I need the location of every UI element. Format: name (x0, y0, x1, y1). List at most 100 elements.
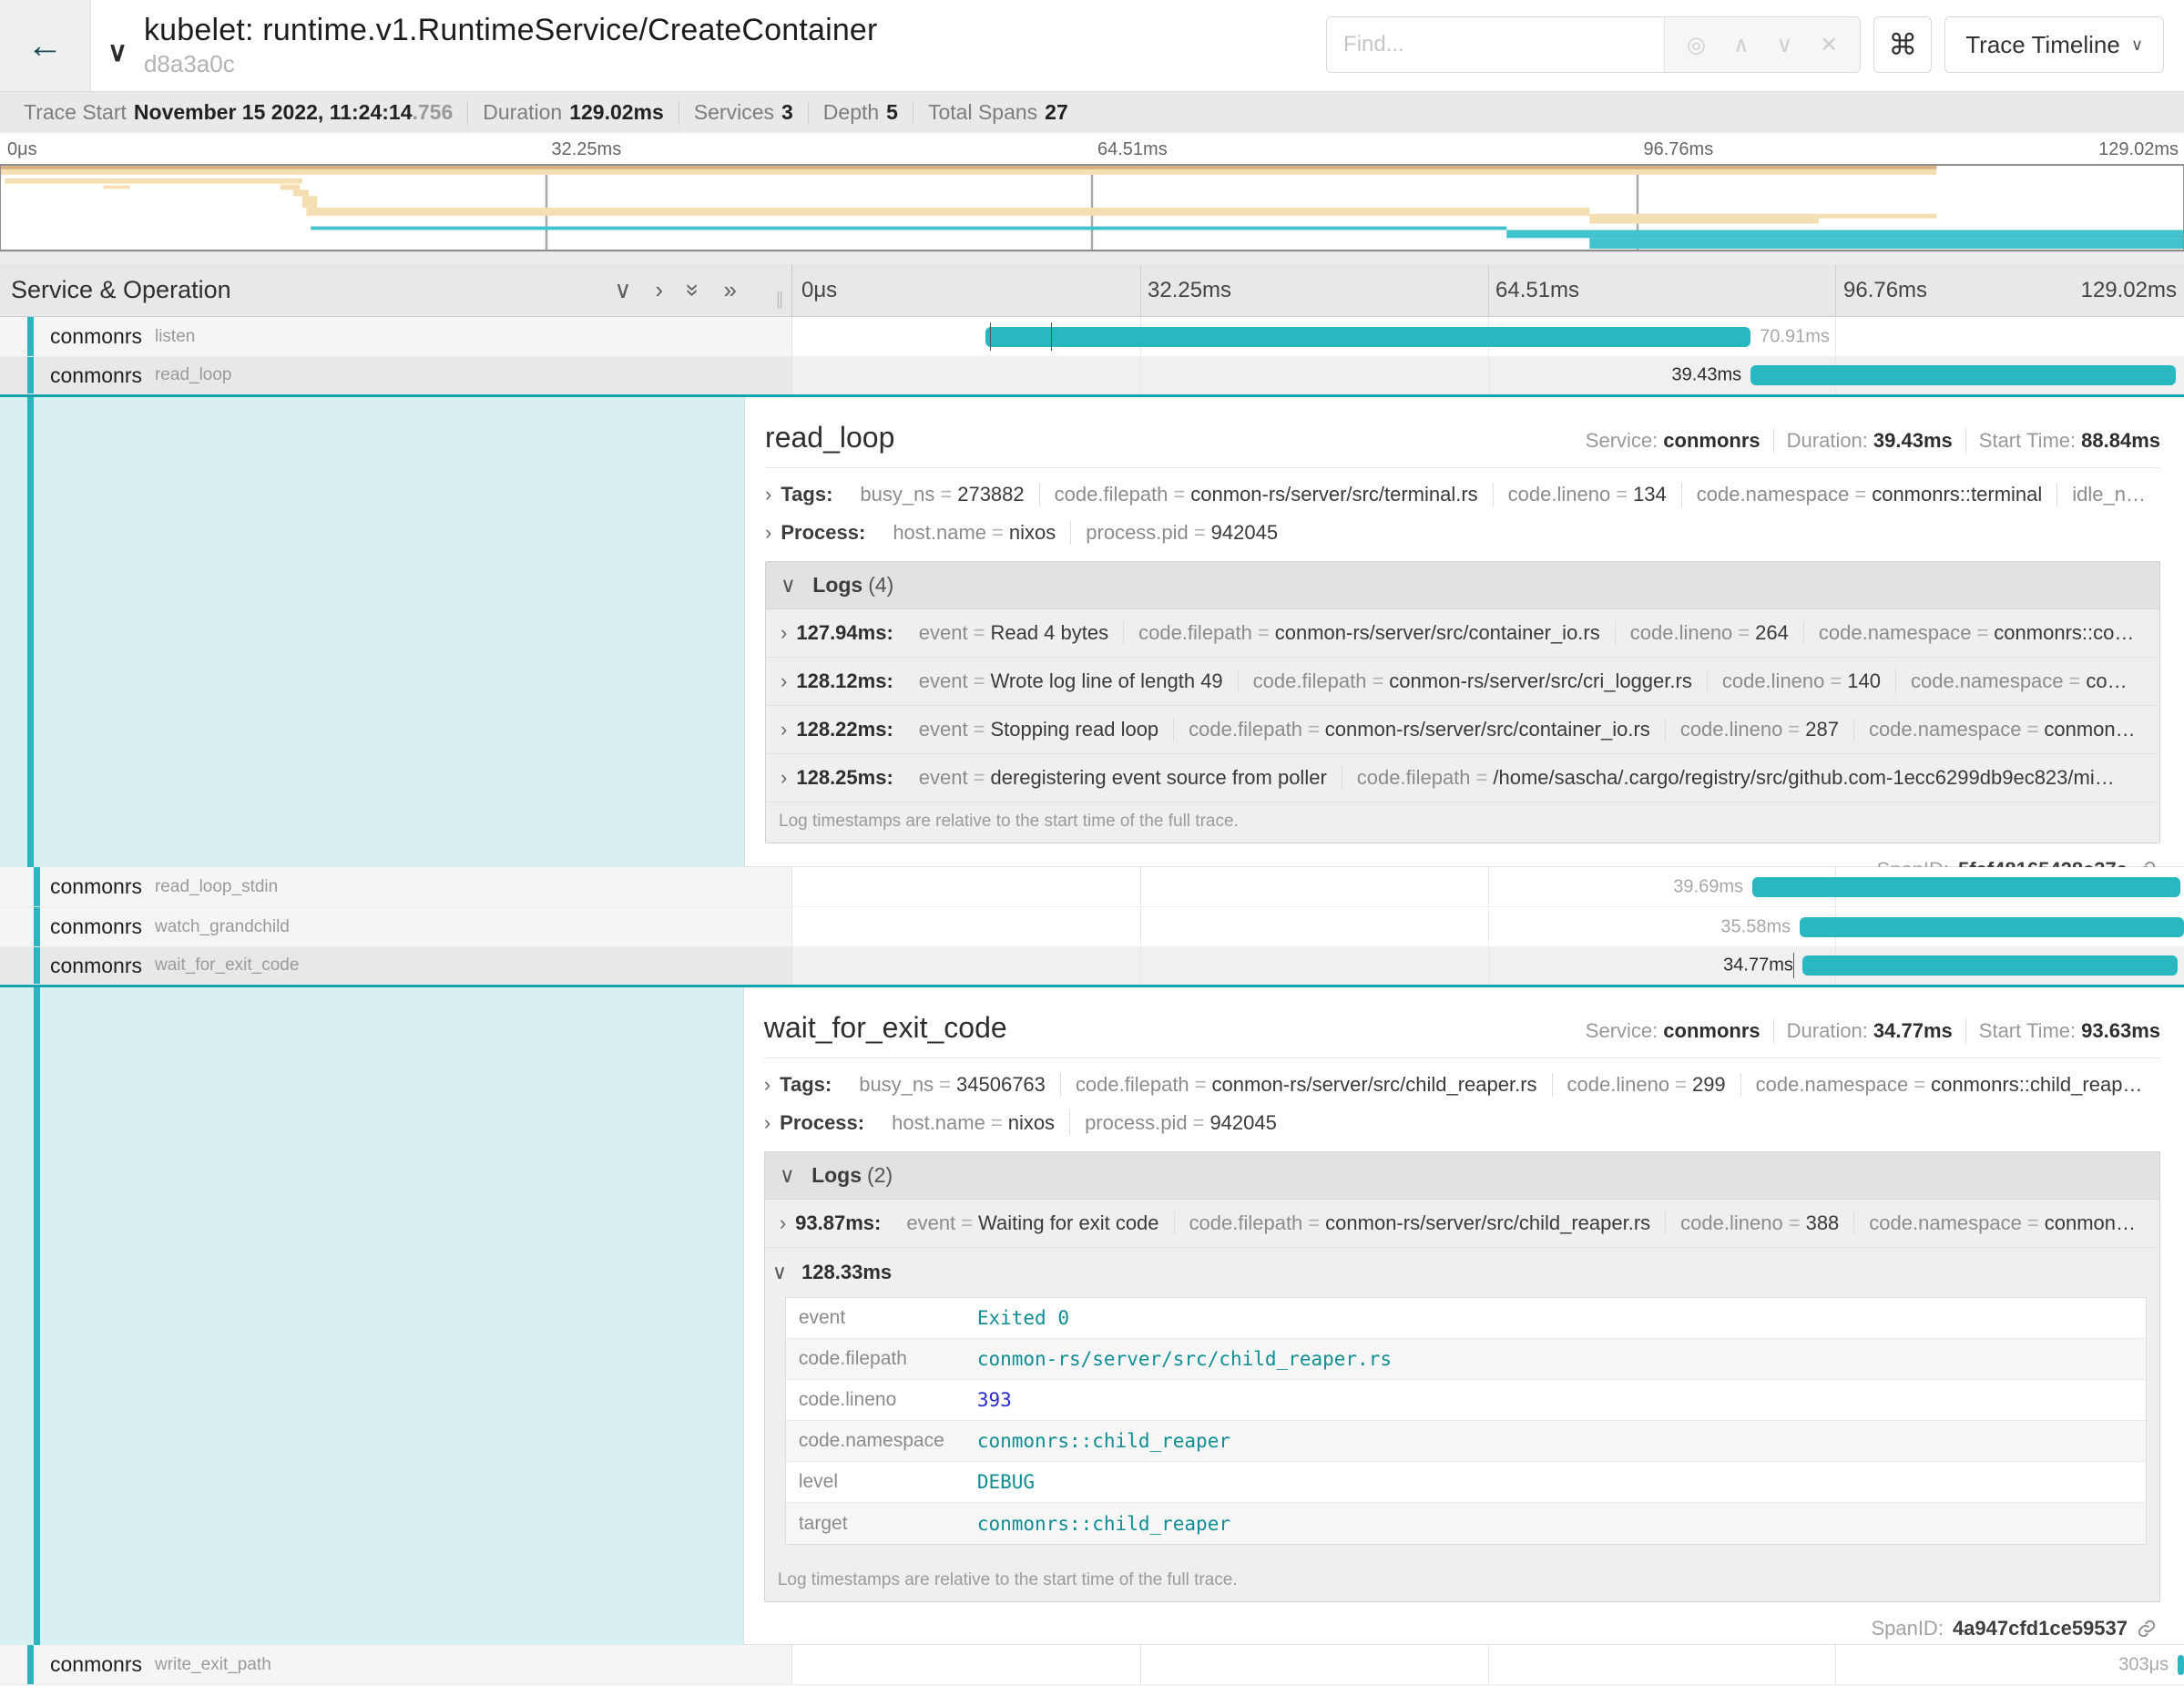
top-bar-actions: ◎ ∧ ∨ ✕ ⌘ Trace Timeline ∨ (1326, 16, 2164, 73)
find-input[interactable] (1327, 17, 1664, 72)
log-entry[interactable]: › 127.94ms: event=Read 4 bytes code.file… (766, 609, 2159, 658)
stat-duration: Duration 129.02ms (468, 101, 679, 125)
span-duration-bar[interactable] (1752, 877, 2180, 897)
service-operation-title: Service & Operation (11, 276, 231, 304)
span-name-cell[interactable]: conmonrs listen (0, 317, 792, 357)
view-selector-label: Trace Timeline (1965, 31, 2120, 59)
chevron-down-icon: ∨ (2131, 36, 2143, 55)
span-id-value: 4a947cfd1ce59537 (1953, 1617, 2128, 1640)
logs-header[interactable]: ∨ Logs(4) (766, 562, 2159, 609)
table-row: event Exited 0 (786, 1298, 2146, 1339)
span-duration-bar[interactable] (1750, 365, 2176, 385)
clear-find-icon[interactable]: ✕ (1820, 32, 1838, 58)
service-name: conmonrs (50, 954, 142, 978)
stat-services: Services 3 (679, 101, 809, 125)
span-duration-bar[interactable] (2178, 1655, 2184, 1675)
find-controls: ◎ ∧ ∨ ✕ (1664, 17, 1860, 72)
span-duration-bar[interactable] (1802, 955, 2178, 976)
tick-label: 96.76ms (1644, 139, 1714, 160)
process-row[interactable]: › Process: host.name=nixos process.pid=9… (765, 521, 2160, 545)
log-entry[interactable]: › 128.25ms: event=deregistering event so… (766, 754, 2159, 802)
minimap-canvas[interactable] (0, 164, 2184, 251)
span-duration-bar[interactable] (985, 327, 1750, 347)
process-row[interactable]: › Process: host.name=nixos process.pid=9… (764, 1111, 2160, 1135)
span-duration-label: 39.69ms (1673, 876, 1743, 897)
tag-item: code.filepath=conmon-rs/server/src/termi… (1040, 483, 1494, 506)
span-name-cell[interactable]: conmonrs watch_grandchild (0, 907, 792, 947)
expand-one-icon[interactable]: › (655, 276, 663, 304)
span-name-cell[interactable]: conmonrs read_loop (0, 357, 792, 394)
tags-row[interactable]: › Tags: busy_ns=273882 code.filepath=con… (765, 483, 2160, 506)
trace-title-block: kubelet: runtime.v1.RuntimeService/Creat… (144, 13, 878, 78)
column-resizer-grip[interactable]: ∥ (775, 288, 784, 311)
chevron-right-icon: › (764, 1073, 771, 1097)
span-name-cell[interactable]: conmonrs write_exit_path (0, 1645, 792, 1685)
span-color-bar (27, 357, 34, 393)
logs-header[interactable]: ∨ Logs(2) (765, 1152, 2159, 1200)
timeline-header-row: Service & Operation ∨ › » » ∥ 0μs 32.25m… (0, 264, 2184, 317)
stat-trace-start: Trace Start November 15 2022, 11:24:14.7… (9, 101, 468, 125)
link-icon[interactable] (2137, 1619, 2157, 1639)
tick-label: 96.76ms (1843, 278, 1927, 303)
span-duration-label: 34.77ms (1723, 955, 1793, 976)
tag-item: code.namespace=conmonrs::child_reap… (1741, 1073, 2158, 1097)
detail-indent-column (0, 397, 745, 867)
span-bar-cell[interactable]: 39.69ms (792, 867, 2184, 907)
logs-section: ∨ Logs(2) › 93.87ms: event=Waiting for e… (764, 1151, 2160, 1602)
child-span-tick (1051, 322, 1052, 351)
collapse-all-icon[interactable]: » (679, 283, 708, 296)
span-bar-cell[interactable]: 70.91ms (792, 317, 2184, 357)
span-color-bar (34, 987, 40, 1645)
minimap-spacer (0, 251, 2184, 264)
span-id-row: SpanID: 4a947cfd1ce59537 (764, 1602, 2160, 1651)
span-bar-cell[interactable]: 34.77ms (792, 947, 2184, 985)
page-title: kubelet: runtime.v1.RuntimeService/Creat… (144, 13, 878, 48)
expanded-log-header[interactable]: ∨ 128.33ms (765, 1248, 2159, 1293)
span-color-bar (27, 397, 34, 867)
span-bar-cell[interactable]: 35.58ms (792, 907, 2184, 947)
back-button[interactable]: ← (0, 0, 91, 91)
span-name-cell[interactable]: conmonrs wait_for_exit_code (0, 947, 792, 985)
span-color-bar (27, 1645, 34, 1684)
tag-item: idle_n… (2057, 483, 2160, 506)
table-row: target conmonrs::child_reaper (786, 1503, 2146, 1544)
span-duration-label: 303μs (2118, 1654, 2169, 1675)
tick-label: 129.02ms (2081, 278, 2177, 303)
span-duration-bar[interactable] (1800, 917, 2183, 937)
trace-minimap: 0μs 32.25ms 64.51ms 96.76ms 129.02ms (0, 133, 2184, 264)
back-arrow-icon: ← (27, 27, 64, 64)
tick-label: 129.02ms (2098, 139, 2179, 160)
view-selector-button[interactable]: Trace Timeline ∨ (1944, 16, 2164, 73)
tag-item: code.namespace=conmonrs::terminal (1682, 483, 2058, 506)
chevron-right-icon: › (781, 621, 787, 645)
find-group: ◎ ∧ ∨ ✕ (1326, 16, 1861, 73)
tick-label: 0μs (7, 139, 37, 160)
meta-start-time: Start Time:93.63ms (1966, 1019, 2160, 1043)
tags-row[interactable]: › Tags: busy_ns=34506763 code.filepath=c… (764, 1073, 2160, 1097)
collapse-trace-header-icon[interactable]: ∨ (107, 36, 128, 68)
log-entry[interactable]: › 128.22ms: event=Stopping read loop cod… (766, 706, 2159, 754)
next-match-icon[interactable]: ∨ (1777, 32, 1793, 58)
tick-label: 64.51ms (1097, 139, 1168, 160)
operation-name: write_exit_path (155, 1655, 271, 1675)
span-row-wait-for-exit-code: conmonrs wait_for_exit_code 34.77ms (0, 947, 2184, 987)
expand-all-icon[interactable]: » (724, 276, 737, 304)
meta-duration: Duration:34.77ms (1774, 1019, 1966, 1043)
span-name-cell[interactable]: conmonrs read_loop_stdin (0, 867, 792, 907)
chevron-down-icon: ∨ (781, 573, 796, 597)
keyboard-shortcuts-button[interactable]: ⌘ (1873, 16, 1932, 73)
child-span-tick (990, 322, 991, 351)
chevron-right-icon: › (765, 483, 771, 506)
log-entry[interactable]: › 93.87ms: event=Waiting for exit code c… (765, 1200, 2159, 1248)
span-row-watch-grandchild: conmonrs watch_grandchild 35.58ms (0, 907, 2184, 947)
logs-section: ∨ Logs(4) › 127.94ms: event=Read 4 bytes… (765, 561, 2160, 843)
collapse-one-icon[interactable]: ∨ (614, 276, 631, 304)
span-row-read-loop: conmonrs read_loop 39.43ms (0, 357, 2184, 397)
span-bar-cell[interactable]: 303μs (792, 1645, 2184, 1685)
detail-header: wait_for_exit_code Service:conmonrs Dura… (764, 1004, 2160, 1058)
prev-match-icon[interactable]: ∧ (1733, 32, 1750, 58)
focus-match-icon[interactable]: ◎ (1687, 32, 1706, 58)
span-bar-cell[interactable]: 39.43ms (792, 357, 2184, 394)
log-entry[interactable]: › 128.12ms: event=Wrote log line of leng… (766, 658, 2159, 706)
detail-panel: wait_for_exit_code Service:conmonrs Dura… (744, 987, 2184, 1645)
